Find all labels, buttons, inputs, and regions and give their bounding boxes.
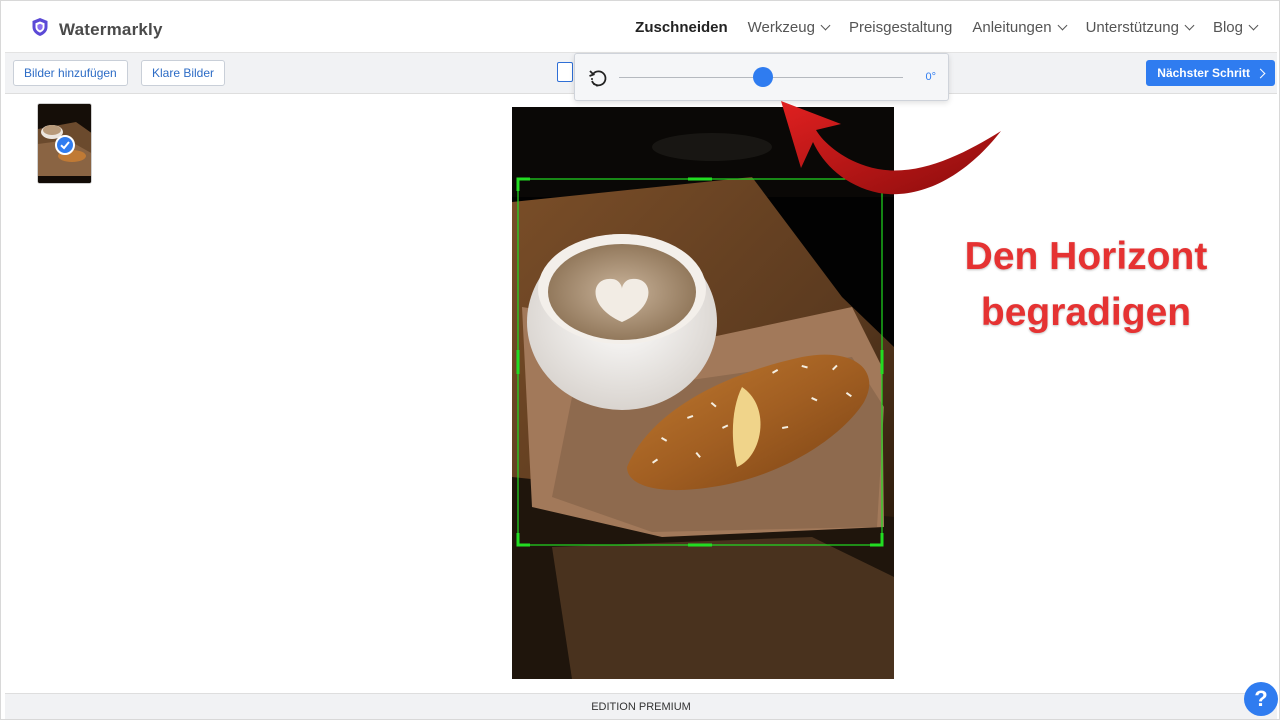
image-thumbnail[interactable] bbox=[37, 103, 92, 184]
rotate-popup: 0° bbox=[574, 53, 949, 101]
crop-mode-icon[interactable] bbox=[557, 62, 573, 82]
annotation-arrow-icon bbox=[781, 101, 1001, 195]
next-step-button[interactable]: Nächster Schritt bbox=[1146, 60, 1275, 86]
edition-footer: EDITION PREMIUM bbox=[5, 693, 1277, 719]
add-images-button[interactable]: Bilder hinzufügen bbox=[13, 60, 128, 86]
nav-item-label: Zuschneiden bbox=[635, 19, 728, 36]
rotate-slider-thumb[interactable] bbox=[753, 67, 773, 87]
help-icon: ? bbox=[1254, 686, 1268, 711]
top-navigation-bar: Watermarkly Zuschneiden Werkzeug Preisge… bbox=[5, 3, 1277, 53]
main-nav: Zuschneiden Werkzeug Preisgestaltung Anl… bbox=[635, 19, 1259, 36]
nav-item-zuschneiden[interactable]: Zuschneiden bbox=[635, 19, 728, 36]
edition-label: EDITION PREMIUM bbox=[591, 701, 691, 713]
chevron-right-icon bbox=[1255, 68, 1266, 79]
clear-images-button[interactable]: Klare Bilder bbox=[141, 60, 226, 86]
rotate-icon[interactable] bbox=[587, 67, 609, 89]
app-window: Watermarkly Zuschneiden Werkzeug Preisge… bbox=[0, 0, 1280, 720]
chevron-down-icon bbox=[1057, 20, 1068, 31]
nav-item-blog[interactable]: Blog bbox=[1212, 19, 1259, 36]
chevron-down-icon bbox=[1248, 20, 1259, 31]
brand-name: Watermarkly bbox=[59, 19, 163, 39]
annotation-text: Den Horizont begradigen bbox=[931, 229, 1241, 341]
nav-item-werkzeug[interactable]: Werkzeug bbox=[747, 19, 831, 36]
rotate-angle-readout: 0° bbox=[925, 71, 936, 83]
brand[interactable]: Watermarkly bbox=[31, 17, 163, 42]
nav-item-anleitungen[interactable]: Anleitungen bbox=[972, 19, 1068, 36]
nav-item-label: Preisgestaltung bbox=[848, 19, 953, 36]
nav-item-label: Unterstützung bbox=[1085, 19, 1179, 36]
annotation-line-1: Den Horizont bbox=[964, 235, 1208, 278]
help-button[interactable]: ? bbox=[1244, 682, 1278, 716]
nav-item-label: Anleitungen bbox=[972, 19, 1052, 36]
chevron-down-icon bbox=[1184, 20, 1195, 31]
chevron-down-icon bbox=[820, 20, 831, 31]
next-step-label: Nächster Schritt bbox=[1157, 66, 1250, 80]
shield-logo-icon bbox=[31, 17, 49, 42]
annotation-line-2: begradigen bbox=[980, 291, 1192, 334]
nav-item-unterstuetzung[interactable]: Unterstützung bbox=[1085, 19, 1195, 36]
nav-item-label: Blog bbox=[1212, 19, 1243, 36]
selected-check-icon bbox=[55, 135, 75, 155]
nav-item-preisgestaltung[interactable]: Preisgestaltung bbox=[849, 19, 952, 36]
nav-item-label: Werkzeug bbox=[747, 19, 815, 36]
